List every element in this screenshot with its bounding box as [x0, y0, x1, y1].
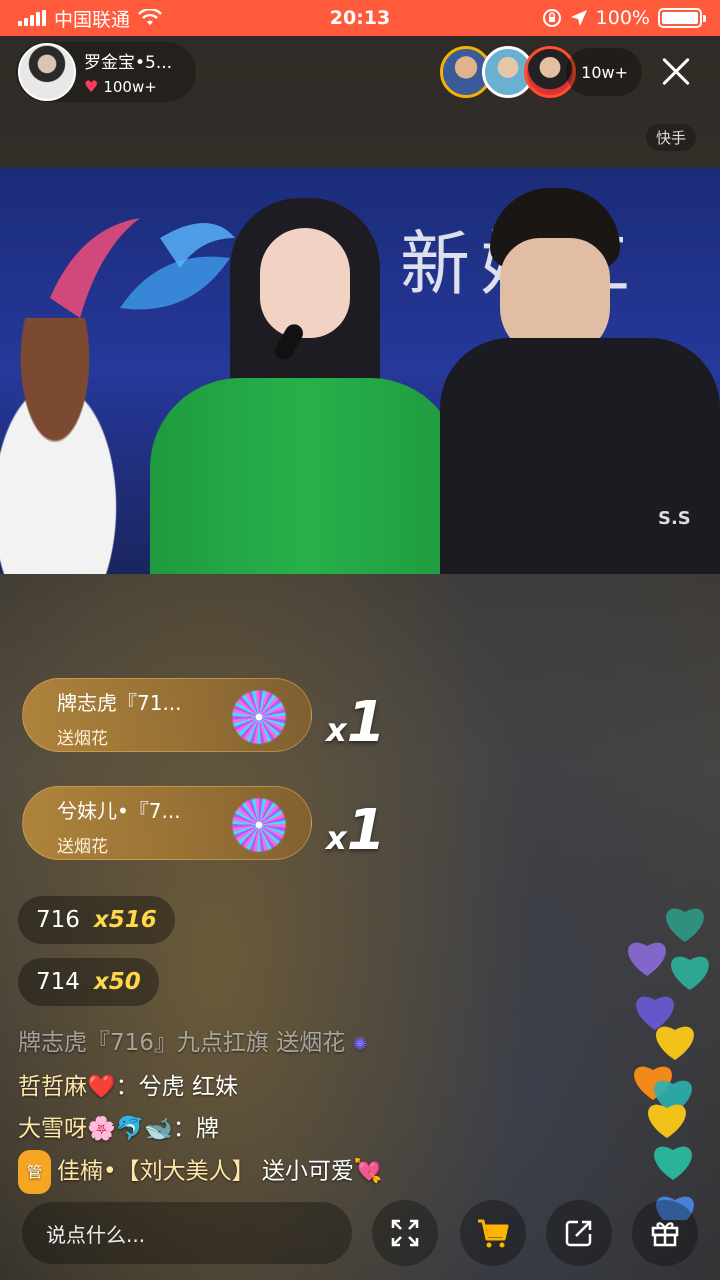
brand-watermark: 快手 [646, 124, 697, 151]
heart-icon [654, 1146, 692, 1180]
signal-icon [18, 10, 46, 26]
comment-input[interactable]: 说点什么... [22, 1202, 352, 1264]
firework-icon [231, 797, 287, 853]
counter-multiplier: x50 [93, 969, 141, 995]
floating-hearts [628, 908, 709, 1220]
top-viewers[interactable] [440, 46, 576, 98]
location-icon [570, 10, 587, 26]
status-left: 中国联通 [18, 5, 162, 32]
chat-username[interactable]: 佳楠•【刘大美人】 [57, 1159, 255, 1185]
carrier-label: 中国联通 [54, 8, 131, 31]
live-video[interactable]: 新婚工 S.S [0, 168, 720, 574]
firework-icon: ✺ [352, 1034, 368, 1055]
gift-banner[interactable]: 兮妹儿•『7... 送烟花 [22, 786, 312, 860]
chat-text: ：牌 [172, 1116, 219, 1142]
host-info-pill[interactable]: 罗金宝•5... ♥ 100w+ [16, 42, 196, 102]
chat-username[interactable]: 哲哲麻❤️ [18, 1074, 116, 1100]
admin-badge: 管 [18, 1150, 52, 1194]
gift-button[interactable] [632, 1200, 698, 1266]
chat-message: 牌志虎『716』九点扛旗 送烟花 ✺ [18, 1030, 368, 1056]
gift-combo: x 1 [326, 798, 386, 863]
person-left [0, 318, 150, 574]
heart-icon: ♥ [84, 77, 99, 96]
chat-message: 哲哲麻❤️：兮虎 红妹 [18, 1066, 618, 1108]
clock: 20:13 [329, 7, 391, 29]
close-icon[interactable] [656, 52, 696, 92]
gift-counter: 716 x516 [18, 896, 175, 944]
chat-message: 管佳楠•【刘大美人】 送小可爱💘 [18, 1150, 618, 1194]
battery-percent: 100% [595, 7, 650, 29]
counter-id: 714 [36, 969, 80, 995]
jacket-print: S.S [658, 508, 691, 529]
heart-icon [648, 1104, 686, 1138]
shop-button[interactable] [460, 1200, 526, 1266]
wifi-icon [138, 9, 162, 25]
chat-feed: 牌志虎『716』九点扛旗 送烟花 ✺ 哲哲麻❤️：兮虎 红妹 大雪呀🌸🐬🐋：牌 … [18, 1022, 618, 1194]
host-likes: ♥ 100w+ [84, 77, 172, 96]
firework-icon [231, 689, 287, 745]
status-bar: 中国联通 20:13 100% [0, 0, 720, 36]
gift-combo: x 1 [326, 690, 386, 755]
chat-text: ：兮虎 红妹 [115, 1074, 238, 1100]
heart-icon [671, 956, 709, 990]
chat-text: 送小可爱💘 [254, 1158, 383, 1185]
fullscreen-button[interactable] [372, 1200, 438, 1266]
gift-banner[interactable]: 牌志虎『71... 送烟花 [22, 678, 312, 752]
cart-icon [478, 1219, 509, 1248]
chat-username[interactable]: 大雪呀🌸🐬🐋 [18, 1116, 173, 1142]
heart-icon [666, 908, 704, 942]
gift-icon [651, 1222, 679, 1247]
status-right: 100% [542, 7, 706, 29]
person-right: S.S [440, 188, 720, 574]
heart-icon [656, 1026, 694, 1060]
heart-icon [628, 942, 666, 976]
expand-icon [391, 1219, 419, 1247]
counter-multiplier: x516 [93, 907, 157, 933]
share-icon [565, 1220, 592, 1247]
rotation-lock-icon [542, 9, 561, 27]
heart-icon [636, 996, 674, 1030]
likes-count: 100w+ [103, 77, 157, 96]
viewer-count[interactable]: 10w+ [566, 48, 642, 96]
chat-message: 大雪呀🌸🐬🐋：牌 [18, 1108, 618, 1150]
singer [150, 198, 460, 574]
counter-id: 716 [36, 907, 80, 933]
host-avatar[interactable] [18, 43, 76, 101]
host-name: 罗金宝•5... [84, 53, 173, 73]
battery-icon [658, 8, 706, 28]
gift-counter: 714 x50 [18, 958, 159, 1006]
share-button[interactable] [546, 1200, 612, 1266]
